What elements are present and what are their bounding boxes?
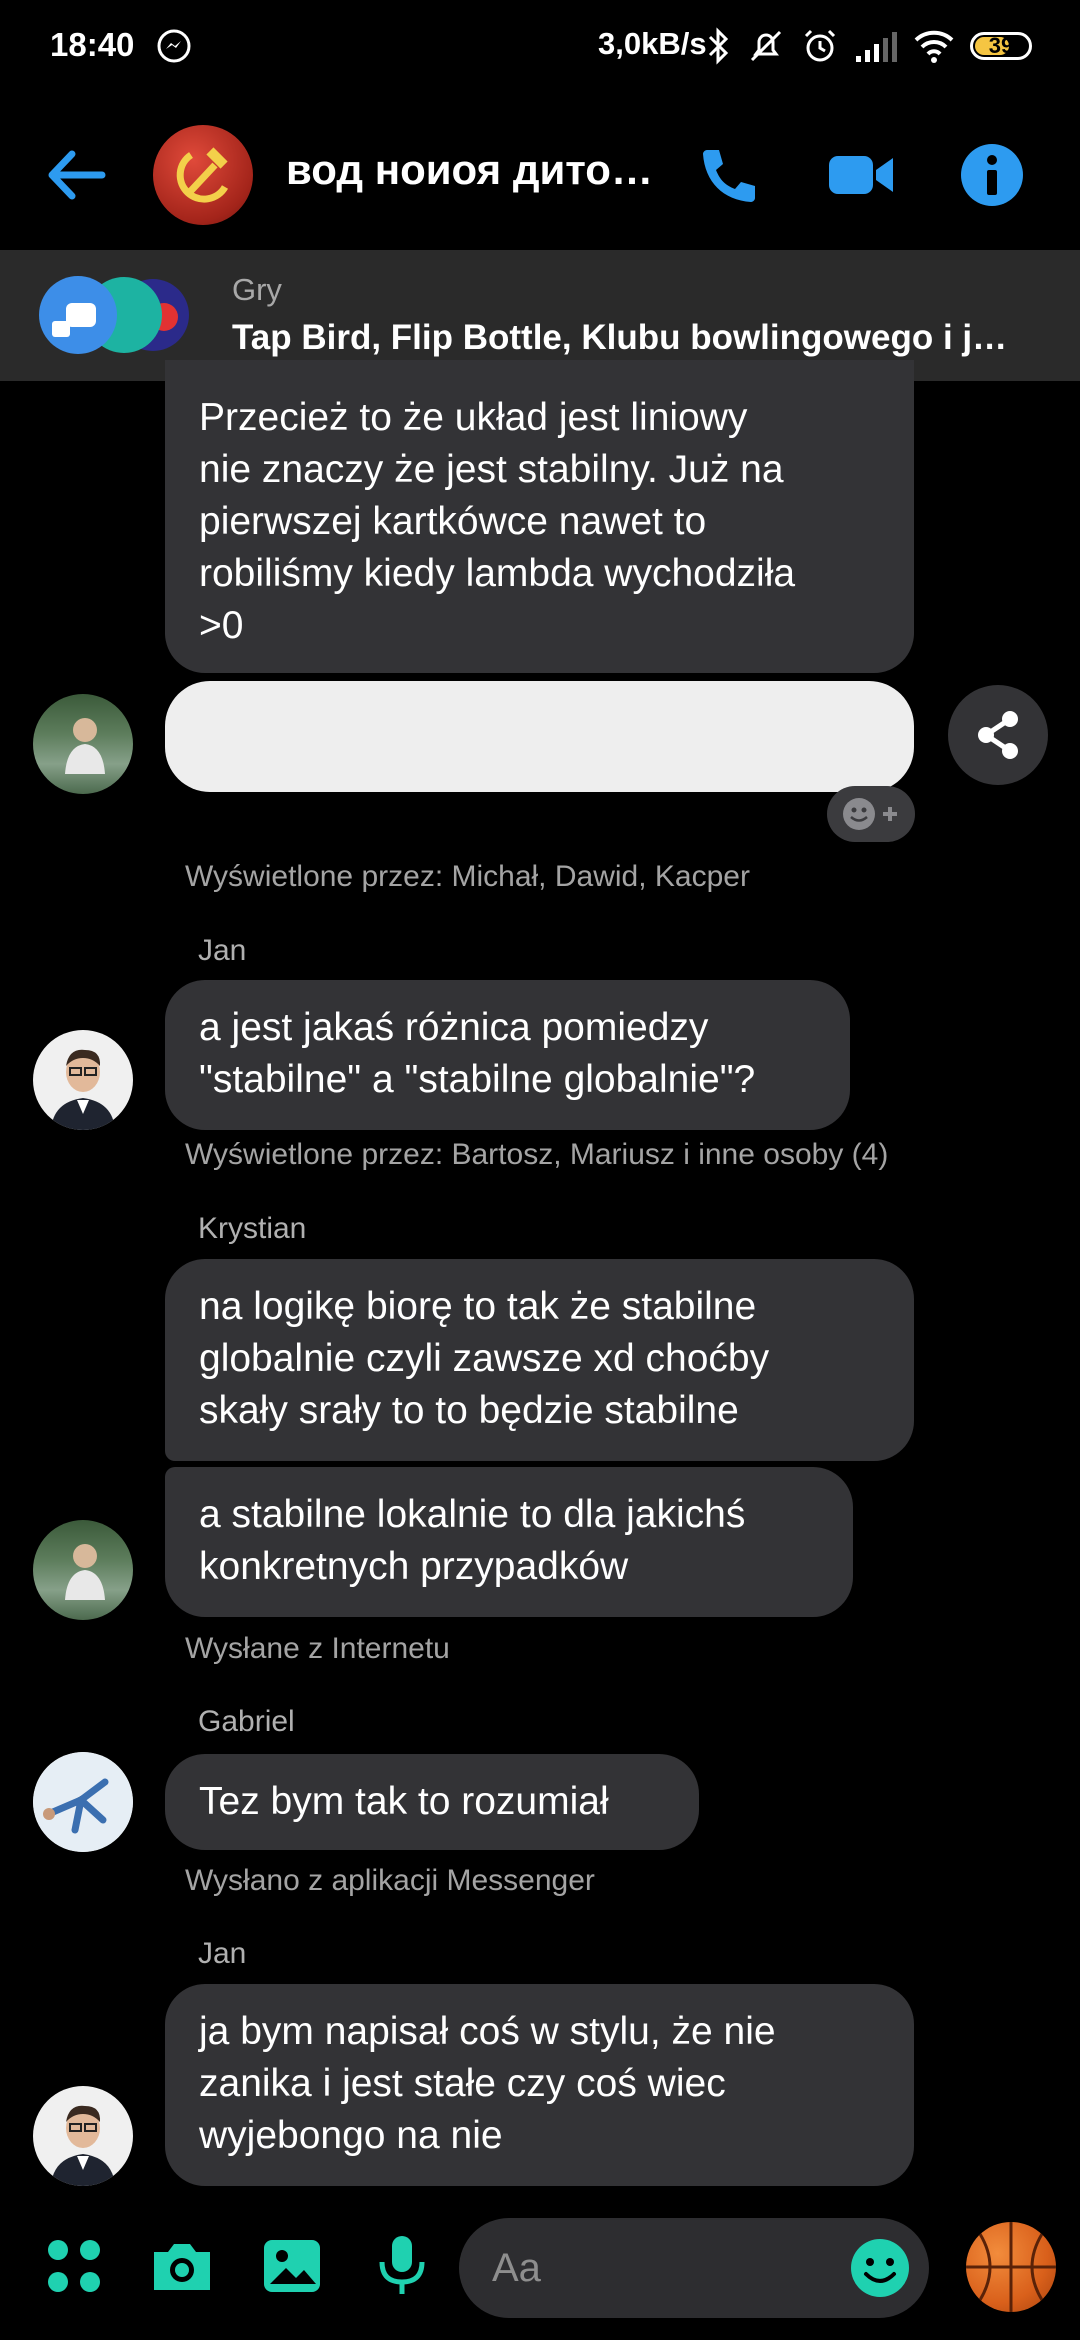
gallery-icon[interactable]	[258, 2232, 326, 2300]
battery-level: 39	[988, 33, 1014, 58]
person-photo-icon	[51, 1049, 115, 1130]
signal-icon	[856, 32, 897, 62]
message-bubble[interactable]: Przecież to że układ jest liniowy nie zn…	[165, 360, 914, 673]
alarm-icon	[804, 29, 836, 62]
hammer-sickle-icon	[176, 147, 229, 203]
battery-icon: 39	[970, 32, 1032, 60]
message-input-placeholder[interactable]: Aa	[492, 2246, 541, 2291]
games-label: Gry	[232, 272, 282, 307]
chat-title[interactable]: вод ноиоя дито…	[286, 146, 653, 194]
emoji-icon[interactable]	[848, 2236, 912, 2300]
basketball-game-button[interactable]	[966, 2222, 1056, 2312]
message-bubble[interactable]: a stabilne lokalnie to dla jakichś konkr…	[165, 1467, 853, 1617]
share-icon	[978, 711, 1018, 759]
seen-by-receipt: Wyświetlone przez: Bartosz, Mariusz i in…	[185, 1138, 889, 1171]
bluetooth-icon	[708, 27, 729, 65]
video-camera-icon[interactable]	[826, 140, 896, 210]
back-arrow-icon[interactable]	[40, 140, 110, 210]
avatar[interactable]	[33, 1752, 133, 1852]
seen-by-receipt: Wyświetlone przez: Michał, Dawid, Kacper	[185, 860, 750, 893]
camera-icon[interactable]	[148, 2232, 216, 2300]
game-icons[interactable]	[38, 275, 198, 355]
avatar[interactable]	[33, 694, 133, 794]
message-bubble[interactable]: na logikę biorę to tak że stabilne globa…	[165, 1259, 914, 1461]
avatar[interactable]	[33, 1520, 133, 1620]
basketball-icon	[966, 2222, 1056, 2312]
info-icon[interactable]	[957, 140, 1027, 210]
apps-grid-icon[interactable]	[40, 2232, 108, 2300]
messenger-notification-icon	[157, 29, 191, 63]
share-button[interactable]	[948, 685, 1048, 785]
sent-from-receipt: Wysłane z Internetu	[185, 1632, 450, 1665]
person-photo-icon	[51, 2105, 115, 2186]
add-reaction-icon	[843, 798, 897, 830]
avatar[interactable]	[33, 1030, 133, 1130]
sender-name: Jan	[198, 934, 247, 967]
status-time: 18:40	[50, 26, 135, 63]
message-bubble[interactable]: Tez bym tak to rozumiał	[165, 1754, 699, 1850]
network-speed: 3,0kB/s	[598, 26, 707, 61]
sender-name: Gabriel	[198, 1705, 295, 1738]
wifi-icon	[914, 30, 954, 63]
person-photo-icon	[65, 1544, 105, 1600]
phone-icon[interactable]	[693, 140, 763, 210]
sent-from-receipt: Wysłano z aplikacji Messenger	[185, 1864, 595, 1897]
person-photo-icon	[33, 1752, 133, 1852]
link-preview-bubble[interactable]	[165, 681, 914, 792]
sender-name: Jan	[198, 1937, 247, 1970]
message-bubble[interactable]: ja bym napisał coś w stylu, że nie zanik…	[165, 1984, 914, 2186]
games-list-text[interactable]: Tap Bird, Flip Bottle, Klubu bowlingoweg…	[232, 318, 1007, 358]
chat-avatar[interactable]	[153, 125, 253, 225]
microphone-icon[interactable]	[368, 2232, 436, 2300]
status-icons: 39	[706, 24, 1032, 68]
message-bubble[interactable]: a jest jakaś różnica pomiedzy "stabilne"…	[165, 980, 850, 1130]
avatar[interactable]	[33, 2086, 133, 2186]
sender-name: Krystian	[198, 1212, 307, 1245]
muted-bell-icon	[750, 30, 782, 62]
person-photo-icon	[65, 718, 105, 774]
add-reaction-button[interactable]	[827, 786, 915, 842]
